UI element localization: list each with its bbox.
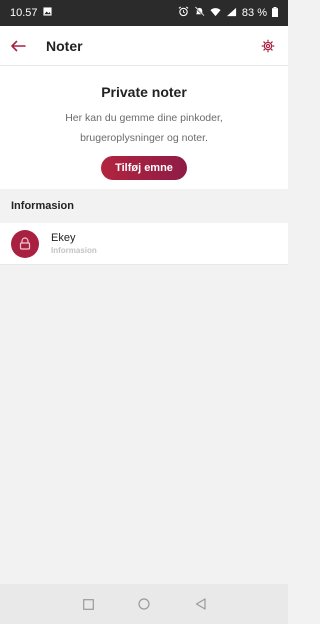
battery-icon [272,6,278,20]
page-title: Noter [46,37,83,54]
wifi-icon [210,7,221,20]
app-bar: Noter [0,26,288,66]
intro-text-line2: brugeroplysninger og noter. [80,132,208,144]
home-button[interactable] [132,592,156,616]
signal-icon [226,7,237,20]
item-avatar [11,229,39,258]
lock-icon [19,237,31,250]
item-subtitle: Informasion [51,246,97,255]
back-button[interactable] [0,26,38,66]
alarm-icon [178,6,189,20]
mute-icon [194,6,205,20]
list-item[interactable]: Ekey Informasion [0,223,288,265]
section-header: Informasion [0,189,288,223]
intro-text-line1: Her kan du gemme dine pinkoder, [65,112,223,124]
add-item-button[interactable]: Tilføj emne [101,156,187,180]
circle-icon [138,598,150,610]
section-title: Informasion [11,200,74,212]
item-title: Ekey [51,232,76,244]
square-icon [82,598,94,610]
back-nav-button[interactable] [188,592,212,616]
intro-panel: Private noter Her kan du gemme dine pink… [0,66,288,190]
image-notification-icon [42,7,52,19]
intro-title: Private noter [101,84,187,100]
status-time: 10.57 [10,7,38,19]
recents-button[interactable] [76,592,100,616]
system-nav-bar [0,584,288,624]
back-arrow-icon [11,40,26,51]
triangle-back-icon [195,598,206,610]
battery-percent: 83 % [241,7,267,19]
gear-icon [261,39,275,52]
settings-button[interactable] [248,26,288,66]
status-bar: 10.57 83 % [0,0,288,26]
